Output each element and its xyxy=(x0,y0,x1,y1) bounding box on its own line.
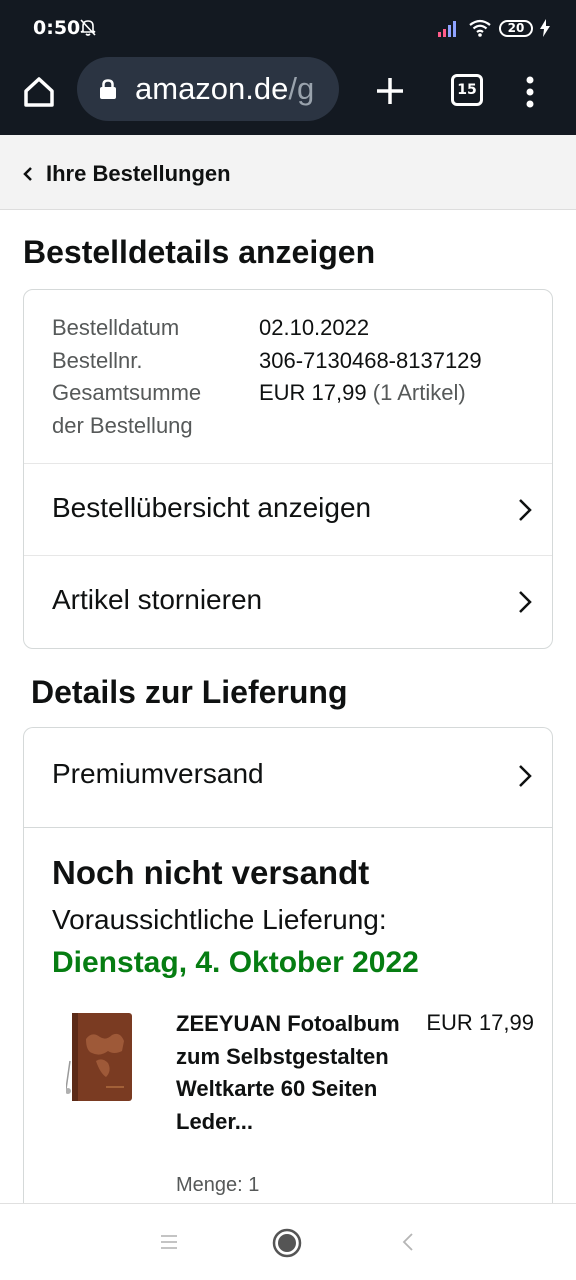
status-time: 0:50 xyxy=(33,17,81,39)
order-date-value: 02.10.2022 xyxy=(259,315,370,340)
chevron-right-icon xyxy=(519,499,532,521)
order-info: Bestelldatum 02.10.2022 Bestellnr. 306-7… xyxy=(52,312,482,442)
breadcrumb-label: Ihre Bestellungen xyxy=(46,161,231,186)
menu-icon[interactable] xyxy=(160,1234,178,1250)
delivery-section-title: Details zur Lieferung xyxy=(31,674,348,710)
order-number-value: 306-7130468-8137129 xyxy=(259,347,482,373)
bell-off-icon xyxy=(80,19,96,36)
url-host: amazon.de xyxy=(135,71,289,106)
order-summary-card: Bestelldatum 02.10.2022 Bestellnr. 306-7… xyxy=(23,289,553,649)
delivery-card: Premiumversand Noch nicht versandt Vorau… xyxy=(23,727,553,1217)
cancel-items-label: Artikel stornieren xyxy=(52,584,263,615)
order-item-count: (1 Artikel) xyxy=(372,380,466,405)
home-icon[interactable] xyxy=(18,71,60,113)
breadcrumb[interactable]: Ihre Bestellungen xyxy=(22,161,231,187)
lock-icon xyxy=(100,79,116,99)
shipping-method-link[interactable]: Premiumversand xyxy=(24,728,552,828)
chevron-left-icon xyxy=(23,167,32,181)
order-total-label-2: der Bestellung xyxy=(52,412,193,438)
product-price: EUR 17,99 xyxy=(426,1010,534,1035)
chevron-right-icon xyxy=(519,591,532,613)
shipment-status: Noch nicht versandt xyxy=(52,854,370,891)
order-total-value: EUR 17,99 xyxy=(259,380,367,405)
wifi-icon xyxy=(469,19,491,37)
tabs-button[interactable]: 15 xyxy=(451,74,483,106)
product-image[interactable] xyxy=(66,1011,136,1105)
browser-toolbar: amazon.de/g 15 xyxy=(0,54,576,135)
signal-icon xyxy=(438,21,456,37)
navigation-bar xyxy=(0,1203,576,1280)
breadcrumb-bar: Ihre Bestellungen xyxy=(0,135,576,210)
order-number-label: Bestellnr. xyxy=(52,347,143,373)
page-title: Bestelldetails anzeigen xyxy=(23,234,376,270)
cancel-items-link[interactable]: Artikel stornieren xyxy=(24,555,552,647)
more-vert-icon[interactable] xyxy=(520,74,540,110)
order-total-label: Gesamtsumme xyxy=(52,380,202,405)
plus-icon[interactable] xyxy=(372,73,408,109)
delivery-eta-date: Dienstag, 4. Oktober 2022 xyxy=(52,946,419,979)
home-circle-icon[interactable] xyxy=(272,1228,302,1258)
status-bar: 0:50 20 xyxy=(0,0,576,54)
chevron-right-icon xyxy=(519,765,532,787)
product-quantity: Menge: 1 xyxy=(176,1174,260,1196)
shipping-method-label: Premiumversand xyxy=(52,758,264,789)
battery-icon: 20 xyxy=(499,19,533,37)
delivery-eta-label: Voraussichtliche Lieferung: xyxy=(52,904,387,935)
back-icon[interactable] xyxy=(402,1232,414,1252)
order-date-label: Bestelldatum xyxy=(52,315,180,340)
order-overview-link[interactable]: Bestellübersicht anzeigen xyxy=(24,463,552,555)
product-title-link[interactable]: ZEEYUAN Fotoalbum zum Selbstgestalten We… xyxy=(176,1008,416,1138)
order-overview-label: Bestellübersicht anzeigen xyxy=(52,492,372,523)
charging-icon xyxy=(540,19,550,37)
address-bar[interactable]: amazon.de/g xyxy=(77,57,339,121)
url-path: /g xyxy=(288,71,315,106)
